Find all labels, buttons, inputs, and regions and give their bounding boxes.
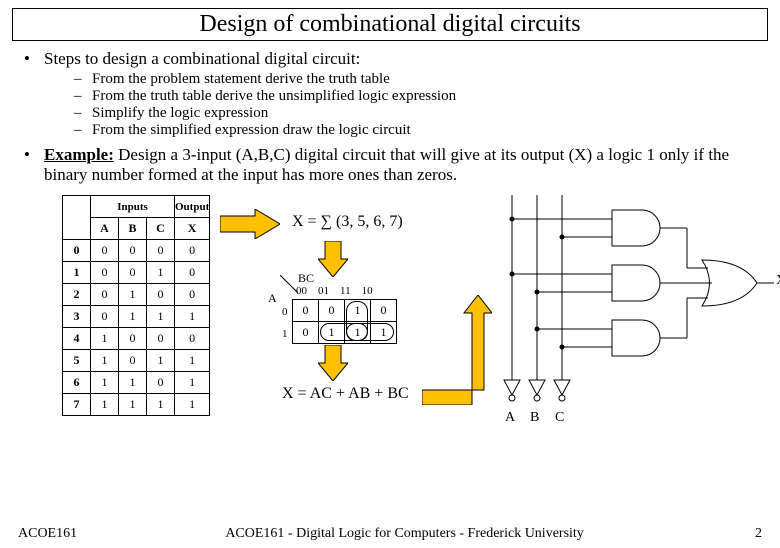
- kmap-axis-bc: BC: [298, 271, 314, 286]
- tt-cell: 5: [63, 350, 91, 372]
- tt-cell: 1: [91, 328, 119, 350]
- th-a: A: [91, 218, 119, 240]
- substep-1: From the problem statement derive the tr…: [74, 71, 758, 88]
- tt-cell: 1: [119, 306, 147, 328]
- tt-cell: 1: [63, 262, 91, 284]
- tt-cell: 0: [63, 240, 91, 262]
- not-gate-icon: [529, 380, 545, 401]
- th-output: Output: [175, 196, 210, 218]
- sum-expression: X = ∑ (3, 5, 6, 7): [292, 213, 403, 231]
- tt-cell: 0: [147, 372, 175, 394]
- tt-cell: 4: [63, 328, 91, 350]
- km-cell: 0: [293, 300, 319, 322]
- tt-cell: 0: [119, 240, 147, 262]
- tt-cell: 0: [175, 262, 210, 284]
- km-cell: 0: [371, 300, 397, 322]
- tt-cell: 1: [119, 394, 147, 416]
- tt-cell: 0: [147, 328, 175, 350]
- circuit-label-c: C: [555, 410, 564, 426]
- th-x: X: [175, 218, 210, 240]
- tt-cell: 0: [119, 350, 147, 372]
- bullet-example: Example: Design a 3-input (A,B,C) digita…: [22, 145, 758, 185]
- km-col-11: 11: [340, 285, 351, 297]
- km-cell: 0: [319, 300, 345, 322]
- slide-title: Design of combinational digital circuits: [12, 8, 768, 41]
- not-gate-icon: [504, 380, 520, 401]
- tt-cell: 0: [147, 284, 175, 306]
- tt-cell: 1: [175, 394, 210, 416]
- km-cell: 0: [293, 322, 319, 344]
- slide-content: Steps to design a combinational digital …: [0, 41, 780, 455]
- tt-cell: 1: [91, 350, 119, 372]
- tt-cell: 0: [91, 240, 119, 262]
- tt-cell: 0: [91, 306, 119, 328]
- tt-cell: 1: [91, 372, 119, 394]
- tt-cell: 1: [147, 394, 175, 416]
- tt-cell: 1: [147, 262, 175, 284]
- km-row-0: 0: [282, 301, 288, 323]
- tt-cell: 0: [147, 240, 175, 262]
- tt-cell: 1: [147, 350, 175, 372]
- and-gate-icon: [612, 265, 660, 301]
- tt-cell: 0: [175, 284, 210, 306]
- kmap: BC A 00 01 11 10 0 1 0 0 1 0 0: [266, 275, 397, 344]
- substep-4: From the simplified expression draw the …: [74, 122, 758, 139]
- and-gate-icon: [612, 320, 660, 356]
- tt-cell: 1: [175, 372, 210, 394]
- tt-cell: 3: [63, 306, 91, 328]
- tt-cell: 1: [91, 394, 119, 416]
- kmap-group-icon: [346, 323, 394, 341]
- substep-2: From the truth table derive the unsimpli…: [74, 88, 758, 105]
- diagram-area: Inputs Output A B C X 000001001020100301…: [62, 195, 758, 455]
- th-b: B: [119, 218, 147, 240]
- circuit-label-a: A: [505, 410, 515, 426]
- circuit-label-x: X: [776, 273, 780, 289]
- tt-cell: 0: [91, 262, 119, 284]
- km-col-00: 00: [296, 285, 307, 297]
- not-gate-icon: [554, 380, 570, 401]
- logic-circuit: [492, 195, 780, 425]
- tt-cell: 1: [119, 372, 147, 394]
- kmap-axis-a: A: [268, 291, 277, 306]
- tt-cell: 0: [119, 262, 147, 284]
- arrow-icon: [220, 209, 280, 239]
- th-c: C: [147, 218, 175, 240]
- tt-cell: 6: [63, 372, 91, 394]
- tt-cell: 0: [119, 328, 147, 350]
- tt-cell: 1: [119, 284, 147, 306]
- tt-cell: 0: [91, 284, 119, 306]
- circuit-label-b: B: [530, 410, 539, 426]
- km-col-01: 01: [318, 285, 329, 297]
- bullet-steps-text: Steps to design a combinational digital …: [44, 49, 360, 68]
- tt-cell: 0: [175, 328, 210, 350]
- arrow-elbow-icon: [422, 295, 492, 405]
- example-label: Example:: [44, 145, 114, 164]
- arrow-down-icon: [318, 241, 348, 277]
- tt-cell: 0: [175, 240, 210, 262]
- example-text: Design a 3-input (A,B,C) digital circuit…: [44, 145, 729, 184]
- bullet-steps: Steps to design a combinational digital …: [22, 49, 758, 139]
- tt-cell: 1: [147, 306, 175, 328]
- truth-table: Inputs Output A B C X 000001001020100301…: [62, 195, 210, 416]
- tt-cell: 2: [63, 284, 91, 306]
- th-inputs: Inputs: [91, 196, 175, 218]
- km-col-10: 10: [362, 285, 373, 297]
- arrow-down-icon: [318, 345, 348, 381]
- km-row-1: 1: [282, 323, 288, 345]
- substep-3: Simplify the logic expression: [74, 105, 758, 122]
- final-expression: X = AC + AB + BC: [282, 385, 409, 403]
- tt-cell: 1: [175, 306, 210, 328]
- tt-cell: 1: [175, 350, 210, 372]
- and-gate-icon: [612, 210, 660, 246]
- tt-cell: 7: [63, 394, 91, 416]
